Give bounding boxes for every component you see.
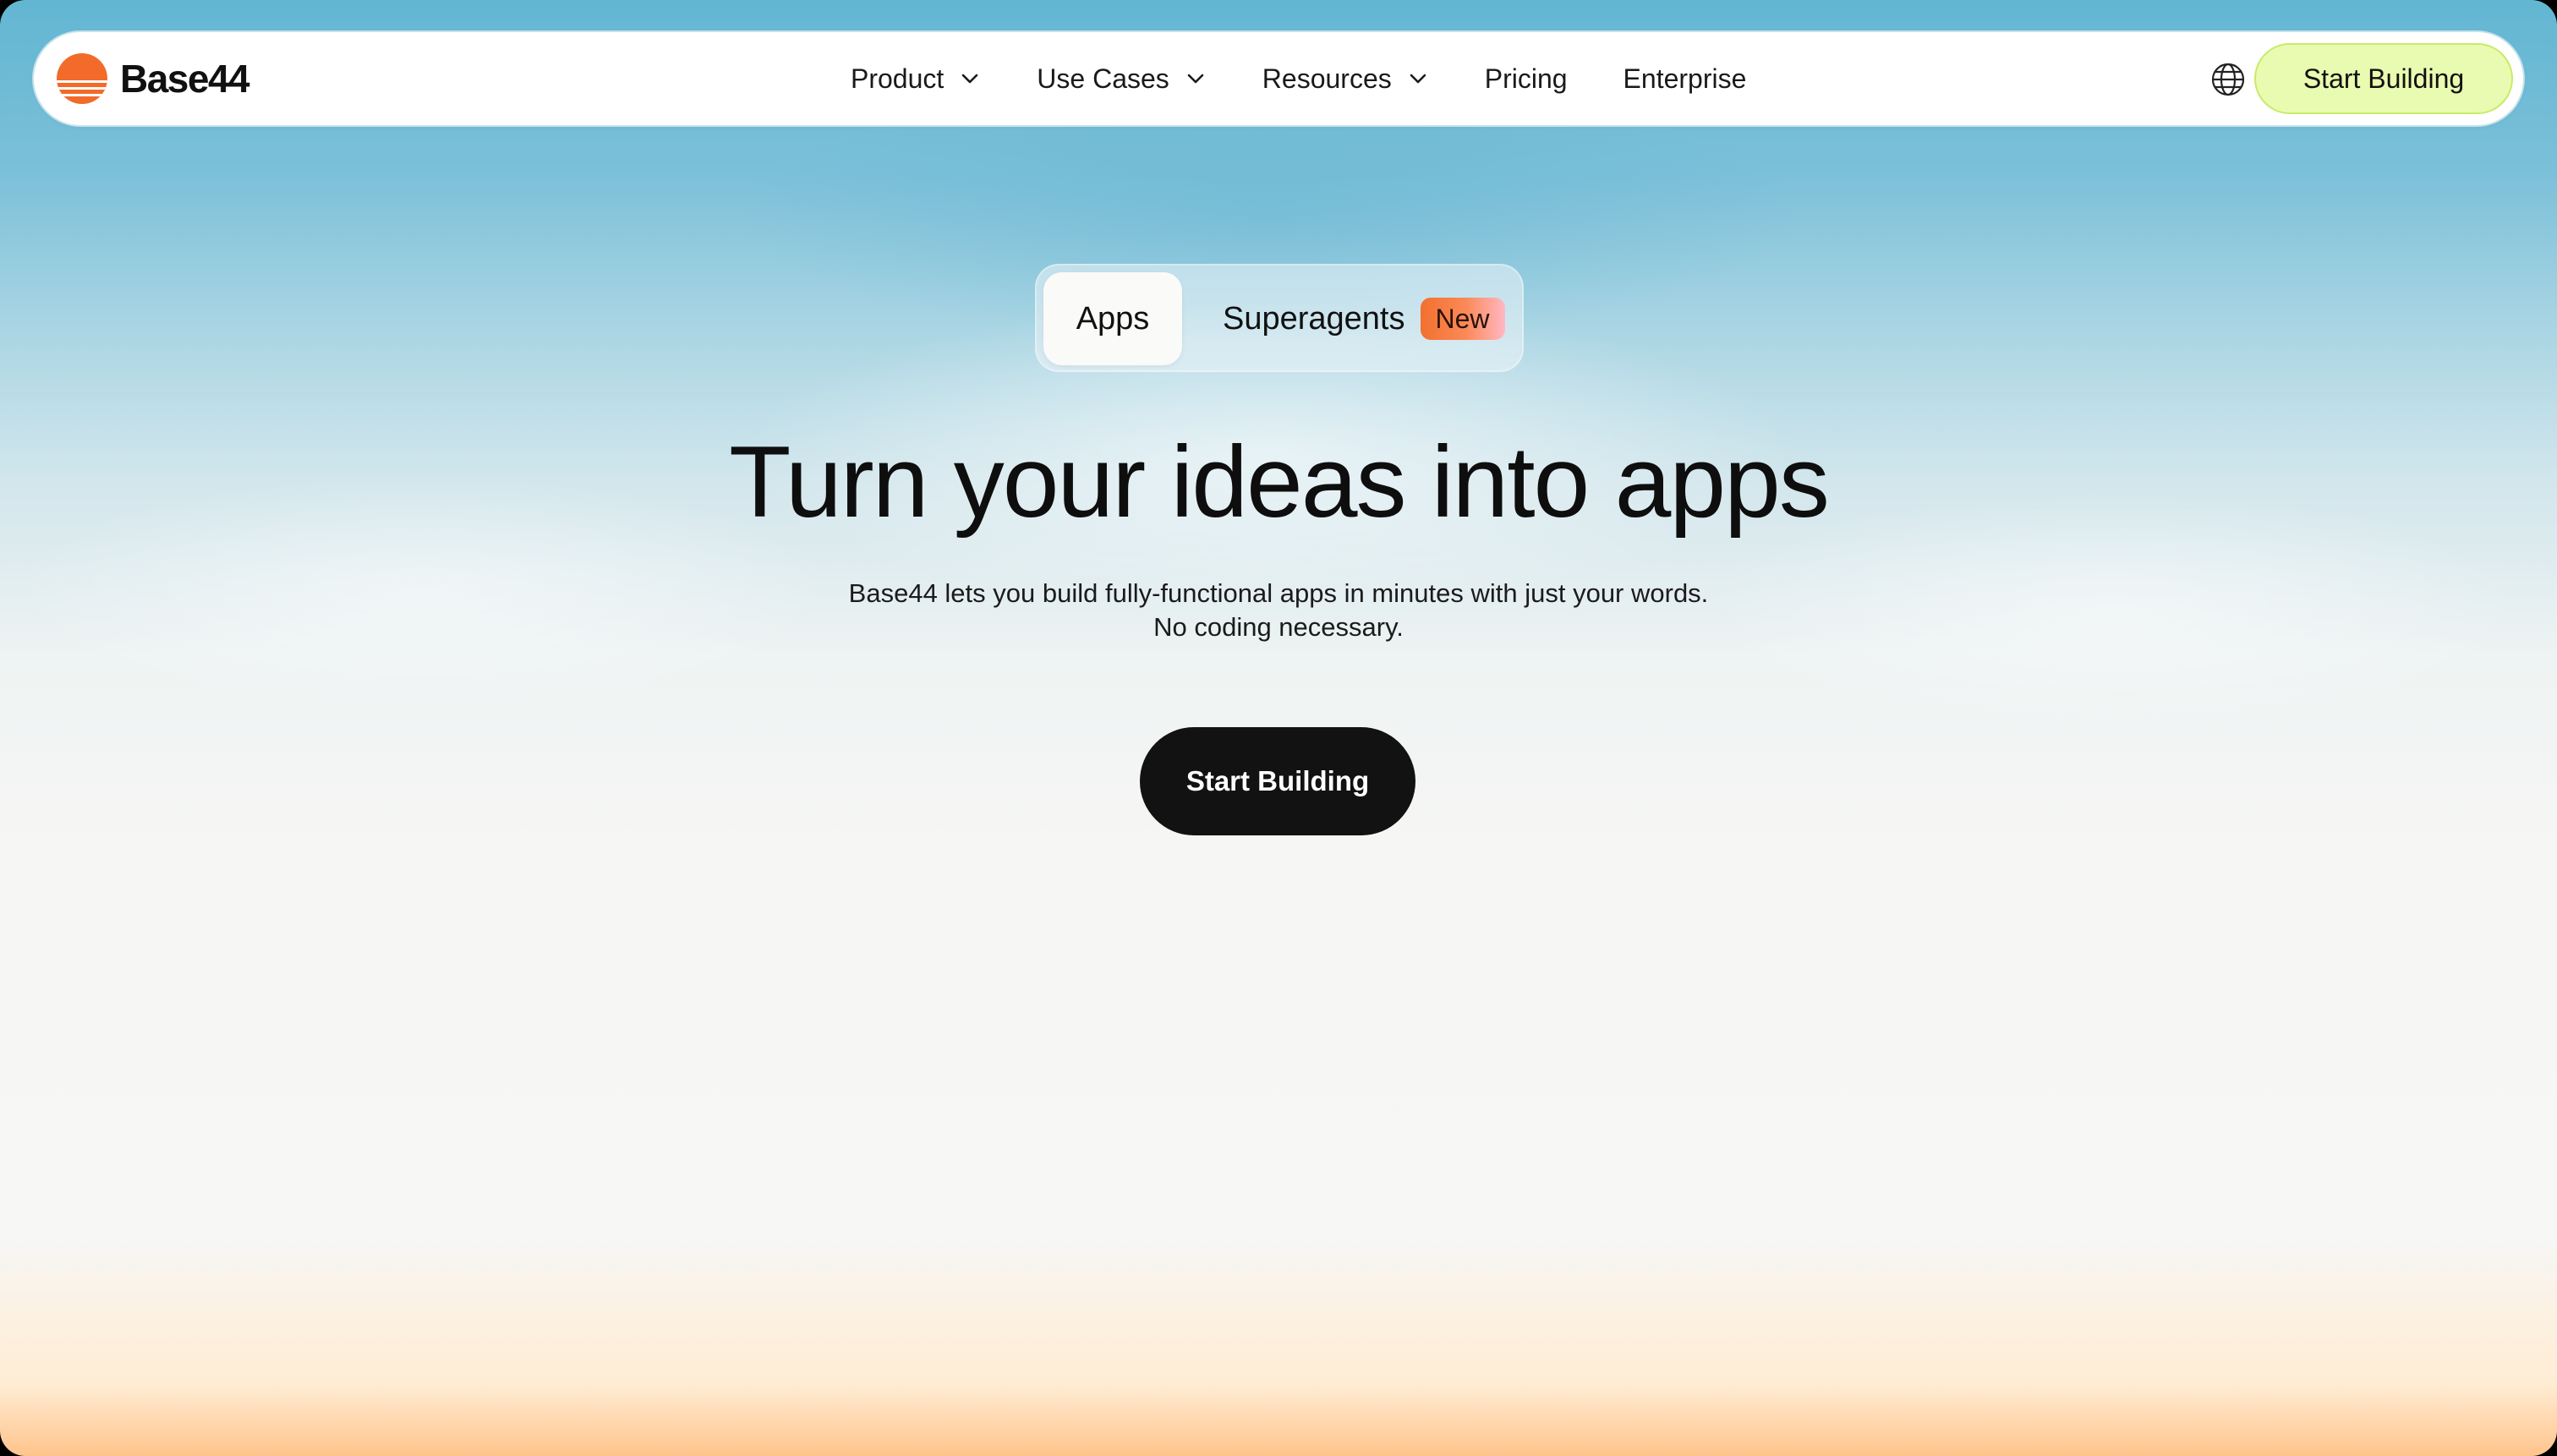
nav-item-use-cases[interactable]: Use Cases: [1037, 63, 1207, 95]
brand-logo-link[interactable]: Base44: [56, 52, 250, 105]
nav-item-label: Resources: [1262, 63, 1392, 94]
nav-start-building-button[interactable]: Start Building: [2254, 43, 2513, 114]
nav-item-label: Enterprise: [1623, 63, 1747, 94]
product-toggle: Apps Superagents New: [1035, 264, 1524, 372]
hero-start-building-button[interactable]: Start Building: [1140, 727, 1415, 835]
hero-subtitle-line-2: No coding necessary.: [1153, 612, 1404, 642]
nav-item-pricing[interactable]: Pricing: [1485, 63, 1568, 95]
nav-item-label: Pricing: [1484, 63, 1568, 94]
page: Base44 Product Use Cases Resources Prici…: [0, 0, 2557, 1456]
globe-icon[interactable]: [2210, 62, 2246, 97]
hero-subtitle-line-1: Base44 lets you build fully-functional a…: [848, 578, 1709, 608]
chevron-down-icon: [961, 74, 978, 84]
base44-sun-logo-icon: [57, 53, 107, 104]
toggle-superagents[interactable]: Superagents New: [1223, 272, 1505, 365]
nav-item-enterprise[interactable]: Enterprise: [1623, 63, 1747, 95]
nav-item-product[interactable]: Product: [851, 63, 981, 95]
nav-item-label: Product: [851, 63, 945, 94]
toggle-apps[interactable]: Apps: [1043, 272, 1182, 365]
hero-subtitle: Base44 lets you build fully-functional a…: [0, 577, 2557, 644]
hero-title: Turn your ideas into apps: [729, 425, 1830, 539]
nav-item-label: Use Cases: [1037, 63, 1169, 94]
chevron-down-icon: [1410, 74, 1426, 84]
brand-name: Base44: [120, 57, 250, 101]
new-badge: New: [1420, 298, 1505, 340]
chevron-down-icon: [1187, 74, 1204, 84]
top-navigation-bar: Base44 Product Use Cases Resources Prici…: [34, 32, 2523, 125]
nav-item-resources[interactable]: Resources: [1262, 63, 1429, 95]
main-menu: Product Use Cases Resources Pricing Ente…: [851, 32, 1746, 125]
toggle-superagents-label: Superagents: [1223, 300, 1405, 337]
